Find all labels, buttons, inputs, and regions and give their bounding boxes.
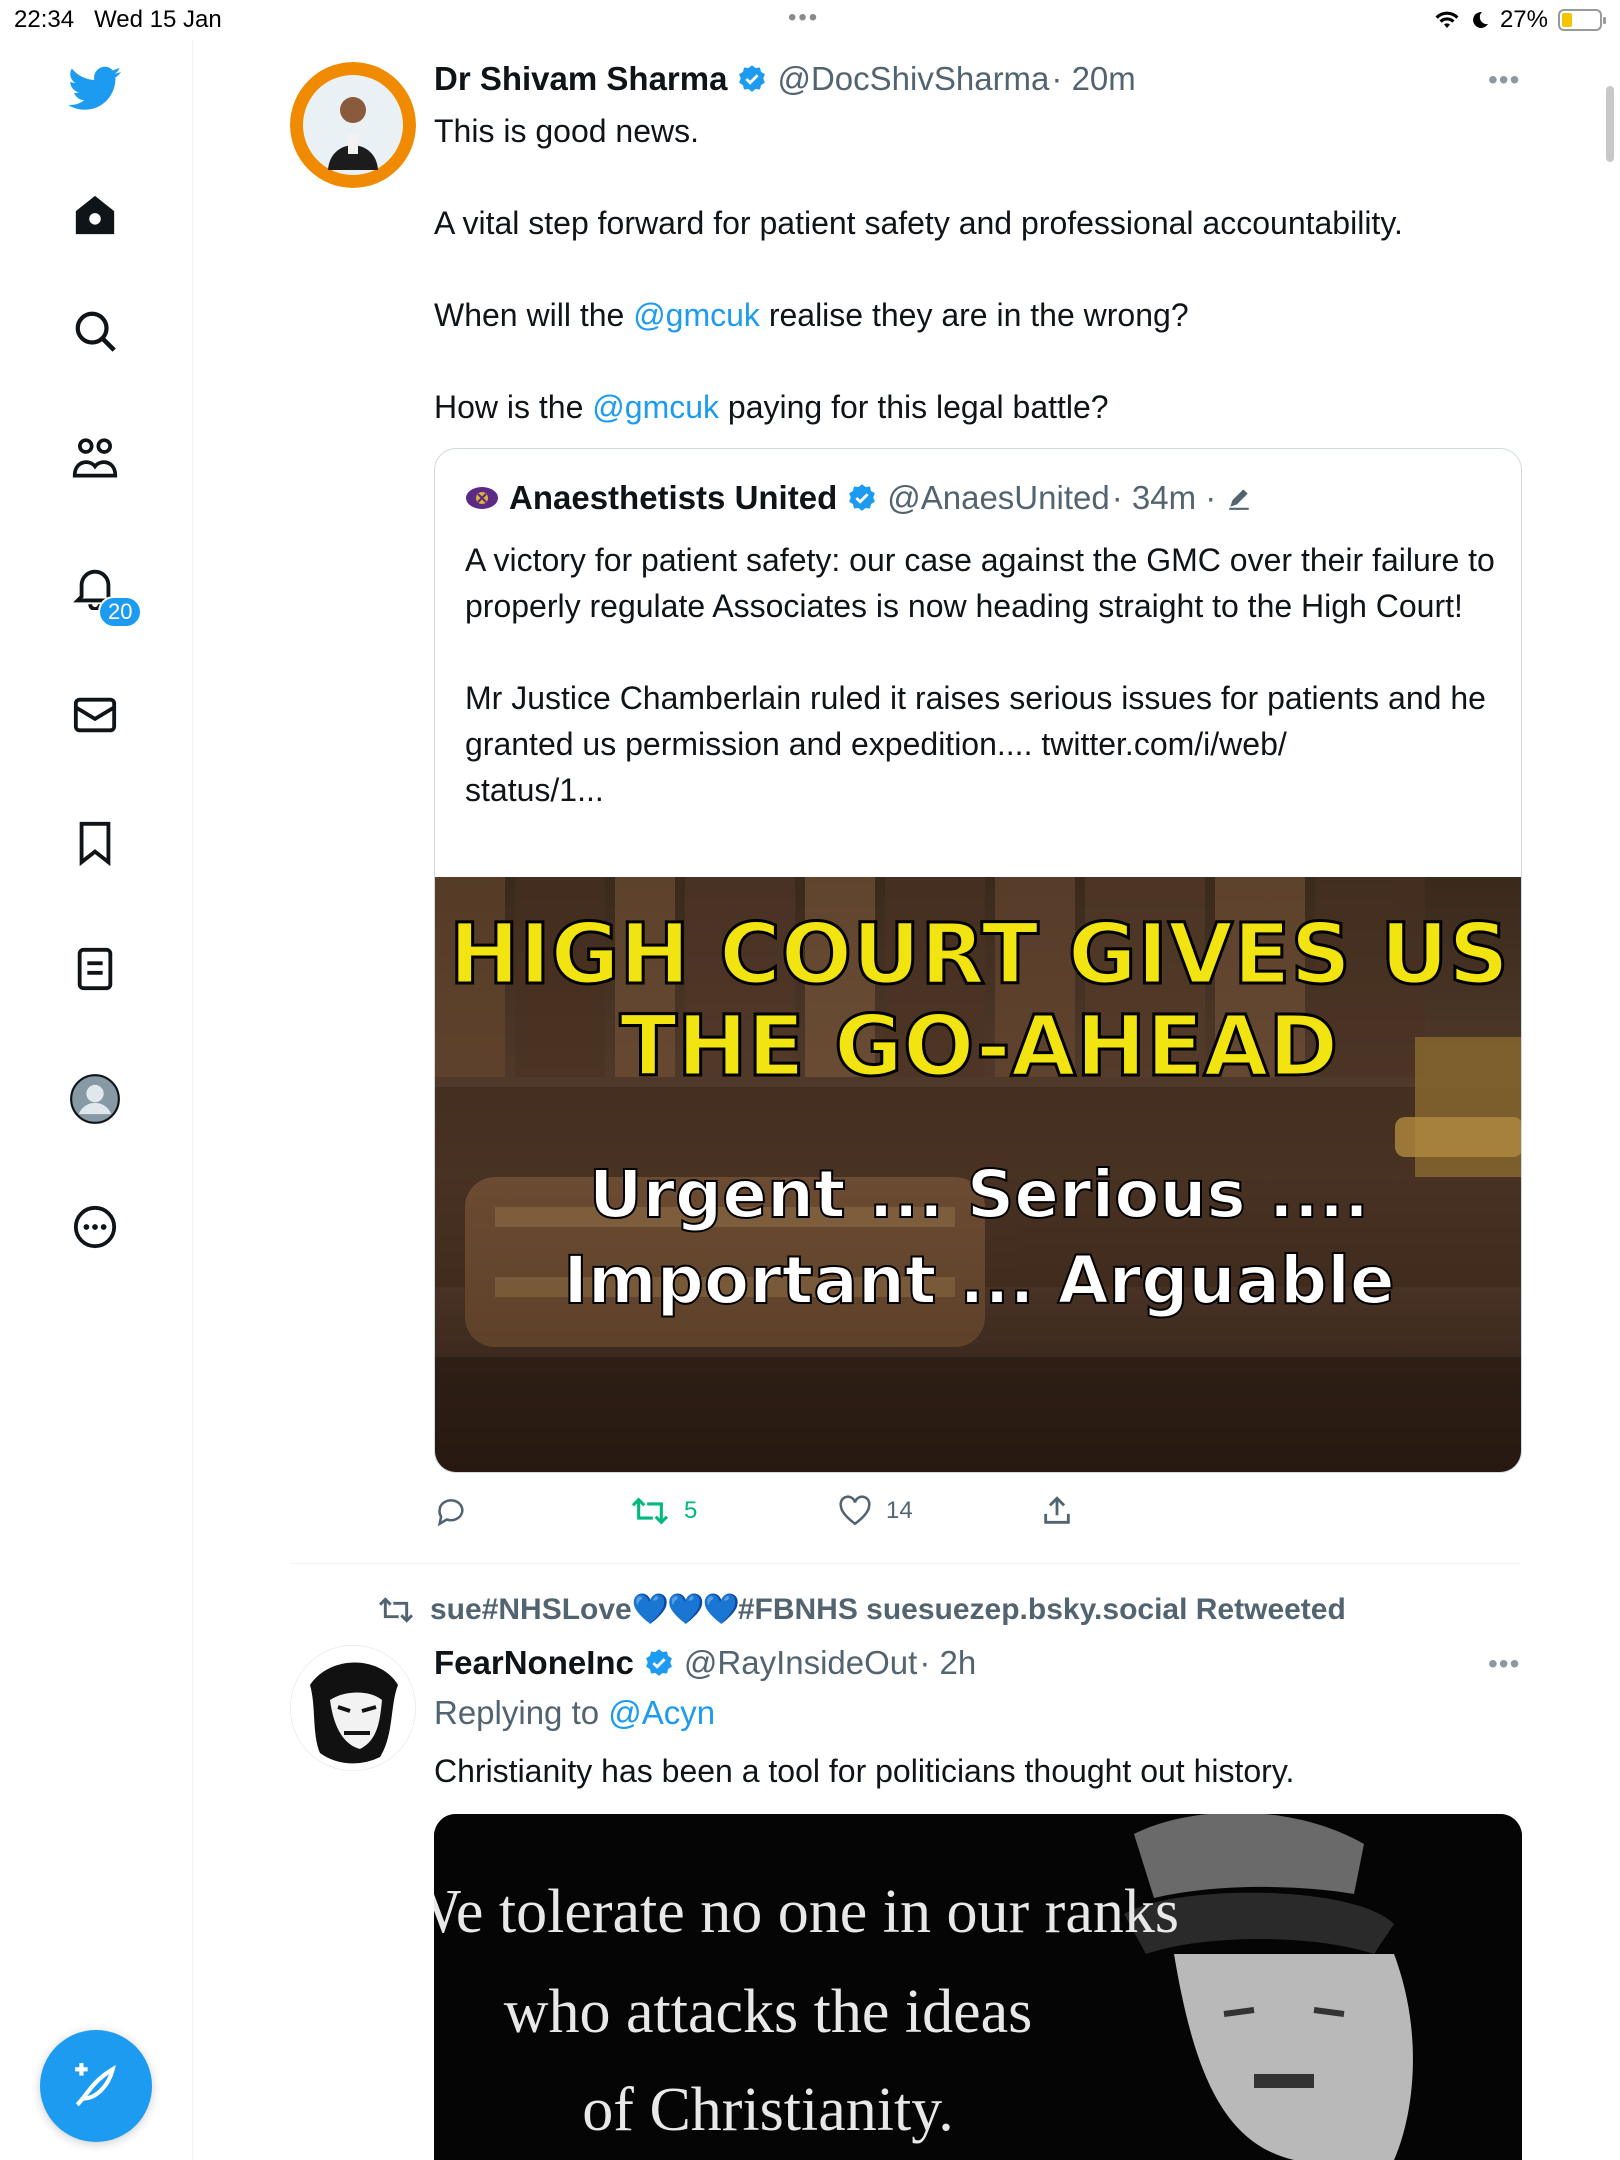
messages-envelope-icon[interactable]	[66, 686, 124, 744]
quote-header: Anaesthetists United @AnaesUnited · 34m …	[465, 479, 1252, 517]
lists-icon[interactable]	[66, 940, 124, 998]
tweet-more-button[interactable]: •••	[1488, 1648, 1520, 1680]
sidebar: 20	[0, 40, 193, 2160]
tweet-line: When will the @gmcuk realise they are in…	[434, 292, 1524, 338]
image-quote-line-3: of Christianity.	[582, 2076, 953, 2144]
multitasking-dots-icon[interactable]: •••	[788, 4, 819, 32]
tweet-actions: 5 14	[434, 1494, 1234, 1534]
reply-icon	[437, 1499, 464, 1527]
text-fragment: When will the	[434, 297, 634, 333]
wifi-icon	[1435, 11, 1459, 28]
retweeter-suffix: #FBNHS suesuezep.bsky.social Retweeted	[737, 1593, 1346, 1626]
tweet2-text: Christianity has been a tool for politic…	[434, 1753, 1295, 1789]
image-subline-1: Urgent ... Serious ....	[589, 1156, 1369, 1233]
replying-to: Replying to @Acyn	[434, 1690, 715, 1736]
profile-avatar-icon[interactable]	[66, 1070, 124, 1128]
retweet-button[interactable]: 5	[630, 1494, 697, 1528]
quote-paragraph: Mr Justice Chamberlain ruled it raises s…	[465, 680, 1486, 762]
twitter-bird-icon[interactable]	[66, 60, 124, 118]
communities-icon[interactable]	[66, 430, 124, 488]
tweet-image[interactable]: "We tolerate no one in our ranks who att…	[434, 1814, 1522, 2160]
tweet-line: This is good news.	[434, 113, 700, 149]
image-headline-1: HIGH COURT GIVES US	[449, 905, 1509, 1003]
retweet-context[interactable]: sue#NHSLove💙💙💙#FBNHS suesuezep.bsky.soci…	[376, 1592, 1346, 1627]
image-headline-2: THE GO-AHEAD	[620, 997, 1338, 1095]
quote-author-avatar	[466, 487, 498, 509]
verified-badge-icon	[739, 65, 766, 92]
replying-prefix: Replying to	[434, 1694, 609, 1731]
home-icon[interactable]	[66, 186, 124, 244]
retweet-count: 5	[684, 1497, 698, 1524]
battery-icon	[1558, 9, 1606, 31]
author-name[interactable]: FearNoneInc	[434, 1644, 634, 1682]
mention-link[interactable]: @gmcuk	[592, 389, 719, 425]
tweet1-header: Dr Shivam Sharma @DocShivSharma · 20m	[434, 60, 1136, 98]
image-quote-line-1: "We tolerate no one in our ranks	[434, 1878, 1179, 1946]
author-name[interactable]: Dr Shivam Sharma	[434, 60, 727, 98]
tweet-time[interactable]: · 20m	[1051, 60, 1135, 98]
edited-pencil-icon	[1229, 489, 1249, 510]
tweet-time[interactable]: · 2h	[919, 1644, 976, 1682]
tweet2-header: FearNoneInc @RayInsideOut · 2h	[434, 1644, 976, 1682]
author-avatar[interactable]	[290, 1645, 416, 1771]
mention-link[interactable]: @Acyn	[608, 1694, 715, 1731]
share-button[interactable]	[1040, 1494, 1074, 1528]
mention-link[interactable]: @gmcuk	[633, 297, 760, 333]
retweeter-prefix: sue#NHSLove	[430, 1593, 632, 1626]
tweet-line: How is the @gmcuk paying for this legal …	[434, 384, 1524, 430]
author-avatar[interactable]	[290, 62, 416, 188]
compose-button[interactable]	[40, 2030, 152, 2142]
more-ellipsis-icon[interactable]	[66, 1198, 124, 1256]
tweet-more-button[interactable]: •••	[1488, 64, 1520, 96]
status-right-cluster: 27%	[1434, 6, 1606, 34]
bookmark-icon[interactable]	[66, 814, 124, 872]
author-handle[interactable]: @RayInsideOut	[684, 1644, 917, 1682]
image-quote-line-2: who attacks the ideas	[504, 1978, 1033, 2046]
quote-image[interactable]: HIGH COURT GIVES US THE GO-AHEAD Urgent …	[435, 877, 1521, 1472]
author-handle[interactable]: @DocShivSharma	[777, 60, 1049, 98]
compose-feather-icon	[75, 2063, 116, 2107]
retweet-icon	[378, 1596, 414, 1623]
retweeter-name: sue#NHSLove💙💙💙#FBNHS suesuezep.bsky.soci…	[430, 1592, 1346, 1627]
tweet-divider	[290, 1563, 1520, 1564]
verified-badge-icon	[849, 484, 876, 511]
notifications-badge: 20	[98, 596, 143, 628]
verified-badge-icon	[646, 1649, 672, 1676]
text-fragment: paying for this legal battle?	[719, 389, 1109, 425]
tweet1-text: This is good news. A vital step forward …	[434, 108, 1524, 430]
quote-author-handle[interactable]: @AnaesUnited	[887, 479, 1109, 517]
quote-text: A victory for patient safety: our case a…	[465, 537, 1495, 813]
quoted-tweet[interactable]: Anaesthetists United @AnaesUnited · 34m …	[434, 448, 1522, 1473]
battery-fill	[1562, 13, 1572, 27]
text-fragment: realise they are in the wrong?	[759, 297, 1189, 333]
battery-percent: 27%	[1499, 6, 1548, 33]
quote-paragraph: status/1...	[465, 772, 604, 808]
clock-time: 22:34	[14, 6, 75, 33]
moon-icon	[1473, 11, 1488, 28]
search-icon[interactable]	[66, 302, 124, 360]
status-date: Wed 15 Jan	[94, 6, 222, 33]
scrollbar[interactable]	[1606, 86, 1614, 162]
quote-time: · 34m ·	[1111, 479, 1217, 516]
status-time: 22:34 Wed 15 Jan	[14, 6, 222, 34]
tweet-line: A vital step forward for patient safety …	[434, 205, 1403, 241]
share-icon	[1044, 1496, 1070, 1524]
like-button[interactable]: 14	[838, 1494, 913, 1528]
image-subline-2: Important ... Arguable	[563, 1242, 1394, 1319]
quote-paragraph: A victory for patient safety: our case a…	[465, 542, 1495, 624]
heart-icon	[839, 1495, 871, 1526]
reply-button[interactable]	[434, 1494, 468, 1528]
retweet-icon	[631, 1497, 669, 1525]
quote-author-name[interactable]: Anaesthetists United	[509, 479, 837, 517]
text-fragment: How is the	[434, 389, 593, 425]
blue-hearts: 💙💙💙	[631, 1593, 740, 1626]
status-bar: 22:34 Wed 15 Jan ••• 27%	[0, 0, 1620, 40]
like-count: 14	[886, 1497, 913, 1524]
